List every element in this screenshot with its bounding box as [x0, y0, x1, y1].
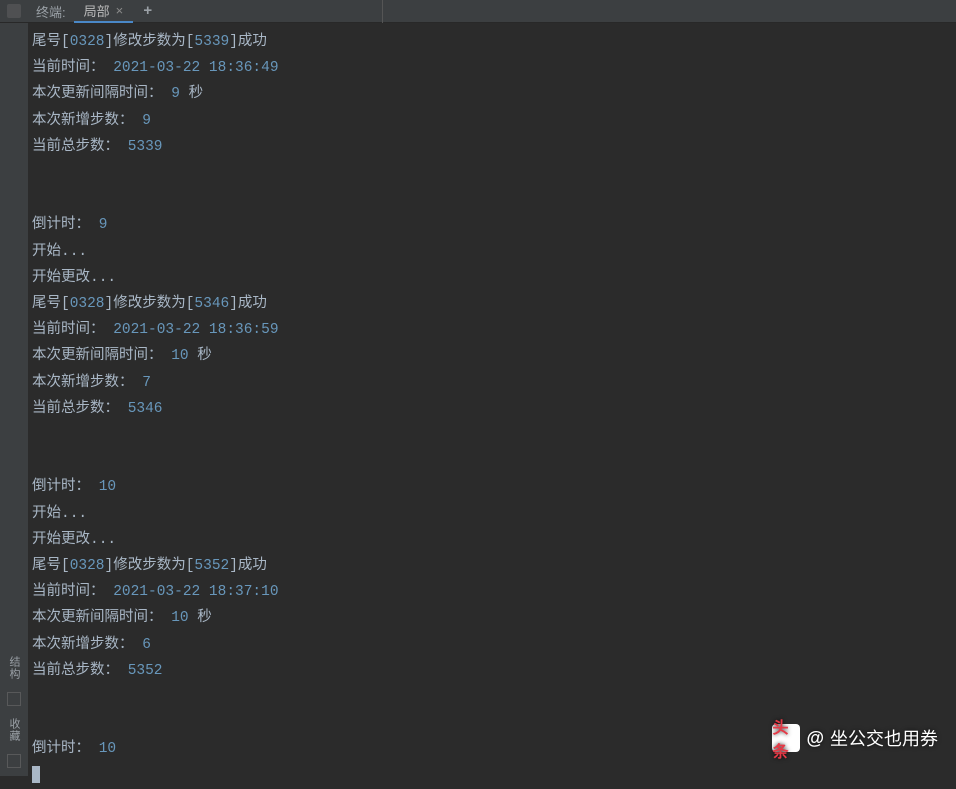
- terminal-line: 尾号[0328]修改步数为[5352]成功: [32, 553, 952, 579]
- favorites-icon[interactable]: [7, 754, 21, 768]
- structure-icon[interactable]: [7, 692, 21, 706]
- terminal-line: 本次新增步数： 9: [32, 108, 952, 134]
- terminal-line: 本次更新间隔时间： 10 秒: [32, 605, 952, 631]
- panel-tabbar: 终端: 局部 × +: [0, 0, 956, 23]
- watermark-name: 坐公交也用券: [830, 725, 938, 751]
- terminal-output[interactable]: 尾号[0328]修改步数为[5339]成功当前时间： 2021-03-22 18…: [28, 23, 956, 776]
- watermark: 头条 @ 坐公交也用券: [772, 724, 938, 752]
- terminal-line: 当前时间： 2021-03-22 18:37:10: [32, 579, 952, 605]
- panel-title: 终端:: [28, 2, 74, 21]
- rail-structure[interactable]: 结构: [6, 656, 22, 680]
- watermark-logo: 头条: [772, 724, 800, 752]
- add-tab-button[interactable]: +: [133, 3, 162, 20]
- terminal-blank: [32, 422, 952, 448]
- terminal-line: 当前总步数： 5339: [32, 134, 952, 160]
- terminal-blank: [32, 160, 952, 186]
- tab-label: 局部: [84, 1, 110, 20]
- tab-local[interactable]: 局部 ×: [74, 0, 134, 23]
- terminal-line: 尾号[0328]修改步数为[5339]成功: [32, 29, 952, 55]
- settings-icon[interactable]: [7, 4, 21, 18]
- close-icon[interactable]: ×: [116, 3, 124, 18]
- terminal-line: 开始...: [32, 501, 952, 527]
- terminal-line: 倒计时： 9: [32, 212, 952, 238]
- terminal-line: 当前时间： 2021-03-22 18:36:49: [32, 55, 952, 81]
- terminal-line: 尾号[0328]修改步数为[5346]成功: [32, 291, 952, 317]
- left-tool-rail: 结构 收藏: [0, 23, 28, 776]
- terminal-line: 开始更改...: [32, 527, 952, 553]
- terminal-line: 开始...: [32, 239, 952, 265]
- terminal-blank: [32, 186, 952, 212]
- terminal-line: 本次新增步数： 7: [32, 370, 952, 396]
- watermark-at: @: [806, 728, 824, 749]
- divider: [382, 0, 383, 23]
- terminal-line: 开始更改...: [32, 265, 952, 291]
- terminal-line: 当前时间： 2021-03-22 18:36:59: [32, 317, 952, 343]
- rail-favorites[interactable]: 收藏: [6, 718, 22, 742]
- terminal-blank: [32, 684, 952, 710]
- cursor: [32, 766, 40, 783]
- terminal-line: 倒计时： 10: [32, 474, 952, 500]
- gutter-corner: [0, 0, 28, 23]
- terminal-line: 本次更新间隔时间： 10 秒: [32, 343, 952, 369]
- terminal-line: 当前总步数： 5352: [32, 658, 952, 684]
- terminal-line: 当前总步数： 5346: [32, 396, 952, 422]
- terminal-line: 本次新增步数： 6: [32, 632, 952, 658]
- terminal-line: 本次更新间隔时间： 9 秒: [32, 81, 952, 107]
- terminal-blank: [32, 448, 952, 474]
- main-area: 结构 收藏 尾号[0328]修改步数为[5339]成功当前时间： 2021-03…: [0, 23, 956, 776]
